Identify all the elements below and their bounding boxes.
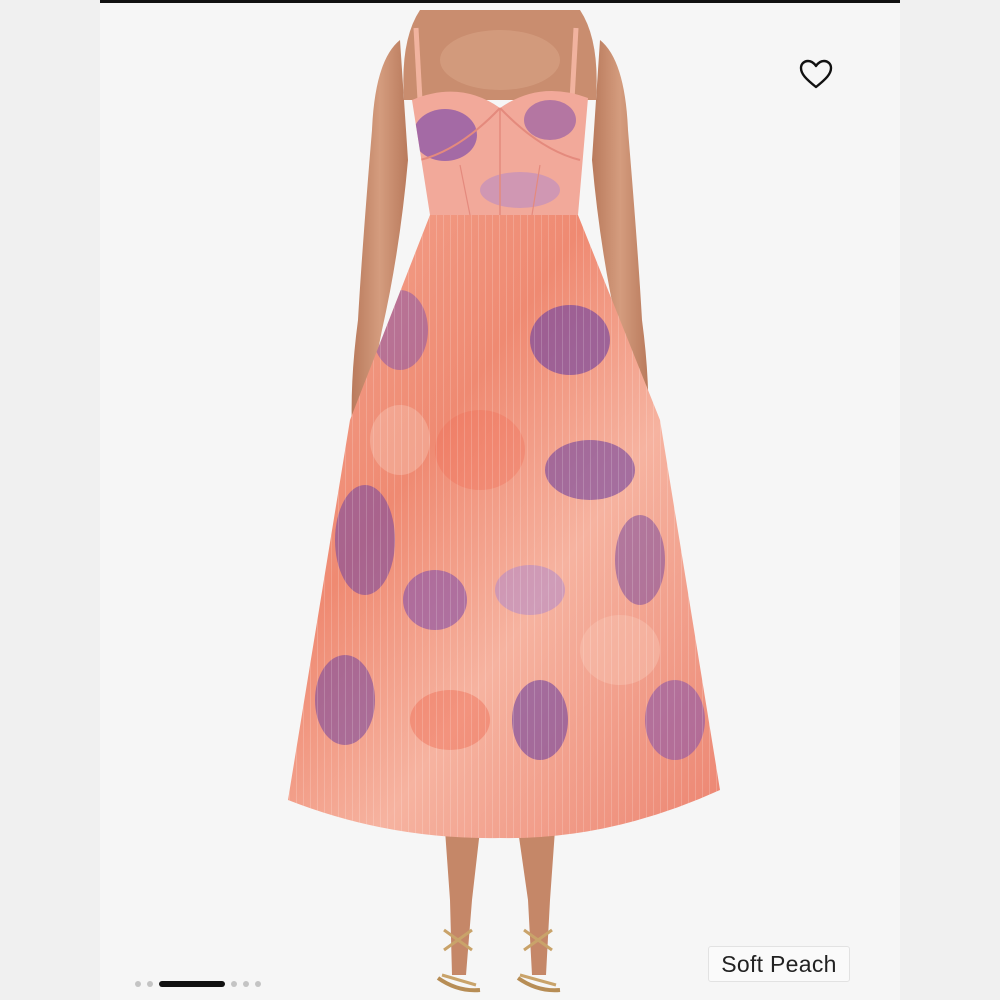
carousel-dot[interactable]	[255, 981, 261, 987]
left-margin	[0, 0, 100, 1000]
product-photo	[288, 10, 720, 993]
carousel-dot[interactable]	[231, 981, 237, 987]
top-divider	[100, 0, 900, 3]
product-image-viewer[interactable]: Soft Peach	[100, 0, 900, 1000]
carousel-pagination	[135, 979, 261, 989]
heart-outline-icon	[799, 59, 833, 89]
favorite-button[interactable]	[794, 54, 838, 94]
carousel-dot[interactable]	[243, 981, 249, 987]
carousel-dot[interactable]	[135, 981, 141, 987]
right-margin	[900, 0, 1000, 1000]
carousel-dot-active[interactable]	[159, 981, 225, 987]
carousel-dot[interactable]	[147, 981, 153, 987]
color-label-badge[interactable]: Soft Peach	[708, 946, 850, 982]
